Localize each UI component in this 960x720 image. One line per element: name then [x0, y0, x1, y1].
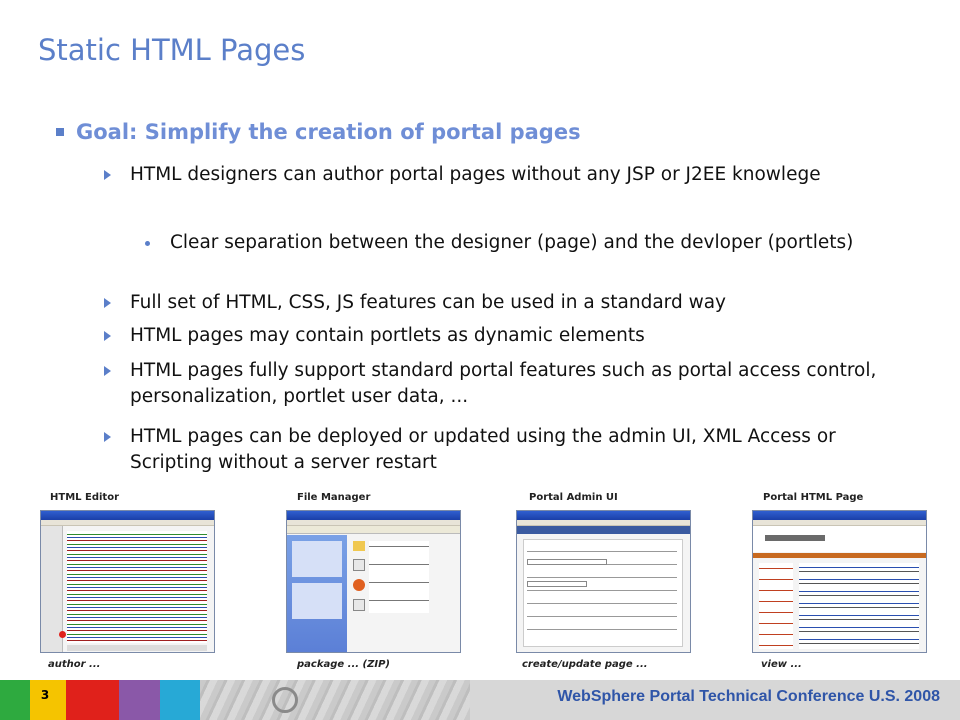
screenshot-caption-package: package ... (ZIP): [297, 659, 390, 670]
bullet-text: Full set of HTML, CSS, JS features can b…: [130, 292, 726, 313]
bullet-text: HTML pages fully support standard portal…: [130, 360, 877, 407]
goal-bullet: Goal: Simplify the creation of portal pa…: [56, 120, 581, 144]
triangle-bullet-icon: [104, 331, 111, 341]
screenshot-label-portal-page: Portal HTML Page: [763, 492, 864, 503]
portal-html-page-screenshot: [752, 510, 927, 653]
triangle-bullet-icon: [104, 366, 111, 376]
bullet-item: HTML pages can be deployed or updated us…: [104, 424, 904, 476]
html-editor-screenshot: [40, 510, 215, 653]
triangle-bullet-icon: [104, 432, 111, 442]
portal-admin-screenshot: [516, 510, 691, 653]
footer-decorative-image: [200, 680, 470, 720]
conference-title: WebSphere Portal Technical Conference U.…: [557, 688, 940, 705]
triangle-bullet-icon: [104, 170, 111, 180]
file-manager-screenshot: [286, 510, 461, 653]
screenshot-label-file-manager: File Manager: [297, 492, 371, 503]
page-number: 3: [37, 687, 53, 703]
screenshot-label-html-editor: HTML Editor: [50, 492, 119, 503]
footer-color-block-purple: [119, 680, 160, 720]
bullet-text: HTML pages can be deployed or updated us…: [130, 426, 836, 473]
goal-text: Goal: Simplify the creation of portal pa…: [76, 120, 581, 144]
screenshot-caption-view: view ...: [761, 659, 802, 670]
screenshot-caption-create-update: create/update page ...: [522, 659, 648, 670]
sub-bullet-text: Clear separation between the designer (p…: [170, 232, 854, 253]
triangle-bullet-icon: [104, 298, 111, 308]
footer-color-block-red: [66, 680, 119, 720]
bullet-item: Full set of HTML, CSS, JS features can b…: [104, 290, 904, 316]
bullet-item: HTML designers can author portal pages w…: [104, 162, 904, 188]
bullet-item: HTML pages fully support standard portal…: [104, 358, 904, 410]
footer-color-block-cyan: [160, 680, 200, 720]
slide-title: Static HTML Pages: [38, 33, 306, 67]
footer-arrow-icon: [272, 687, 298, 713]
bullet-text: HTML pages may contain portlets as dynam…: [130, 325, 645, 346]
footer-color-block-green: [0, 680, 30, 720]
bullet-item: HTML pages may contain portlets as dynam…: [104, 323, 904, 349]
dot-bullet-icon: [145, 241, 150, 246]
bullet-text: HTML designers can author portal pages w…: [130, 164, 821, 185]
screenshot-label-portal-admin: Portal Admin UI: [529, 492, 618, 503]
square-bullet-icon: [56, 128, 64, 136]
screenshot-caption-author: author ...: [48, 659, 101, 670]
sub-bullet-item: Clear separation between the designer (p…: [145, 230, 885, 256]
